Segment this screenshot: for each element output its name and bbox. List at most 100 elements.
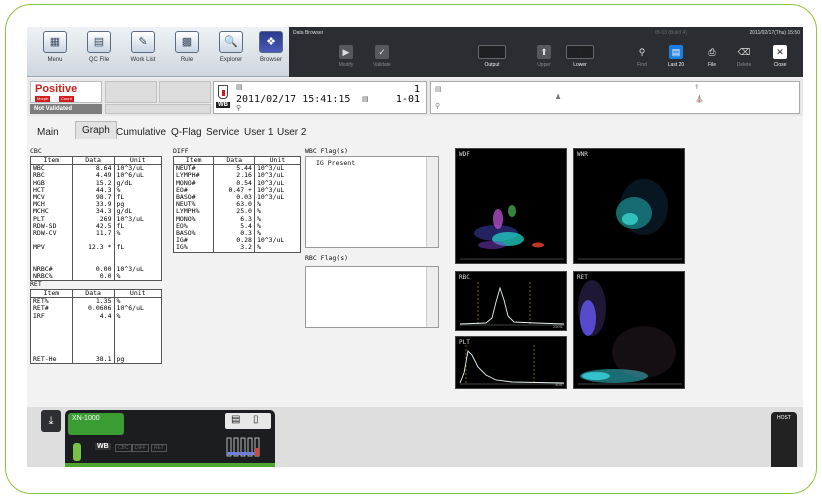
tab-user-2[interactable]: User 2	[277, 124, 306, 141]
reagent-levels-icon	[226, 437, 260, 457]
modify-button[interactable]: ▶ Modify	[331, 45, 361, 68]
table-row[interactable]: IRF 4.4%	[31, 311, 162, 320]
tab-graph[interactable]: Graph	[75, 121, 117, 139]
lower-button[interactable]: ⬇ Lower	[559, 45, 601, 68]
upper-button[interactable]: ⬆ Upper	[529, 45, 559, 68]
tube-icon	[218, 85, 228, 99]
close-icon: ✕	[773, 45, 787, 59]
diff-table: Item Data Unit NEUT# 5.44 10^3/uL LYMPH# 2.16 10…	[173, 156, 301, 253]
sample-datetime: 2011/02/17 15:41:15	[236, 94, 351, 105]
rbc-histogram: RBC 250fL	[455, 271, 567, 331]
table-row[interactable]	[31, 334, 162, 342]
tab-q-flag[interactable]: Q-Flag	[171, 124, 202, 141]
rbc-histogram-svg	[459, 282, 565, 326]
menu-button[interactable]: ▦ Menu	[33, 31, 77, 63]
item-cell: RDW-CV	[33, 229, 57, 238]
unit-cell: %	[253, 244, 301, 253]
status-cell	[105, 81, 157, 103]
host-indicator: HOST	[771, 412, 797, 467]
table-row[interactable]: RET-He 38.1 pg	[31, 354, 162, 364]
table-row[interactable]: RDW-CV 11.7%	[31, 229, 162, 238]
item-cell	[31, 320, 73, 327]
search-icon: ⚲	[638, 47, 646, 57]
unit-cell: %	[253, 201, 301, 209]
tab-cumulative[interactable]: Cumulative	[116, 124, 166, 141]
wbc-flags-title: WBC Flag(s)	[305, 147, 349, 155]
output-icon: ⤒	[478, 45, 506, 59]
cbc-title: CBC	[30, 147, 42, 155]
unit-cell: %	[113, 312, 162, 320]
item-cell: IG%	[176, 243, 188, 252]
find-button[interactable]: ⚲ Find	[627, 45, 657, 68]
delete-button[interactable]: ⌫ Delete	[729, 45, 759, 68]
id-icon: ▤	[435, 86, 442, 93]
table-row[interactable]: MPV 12.3 * fL	[31, 243, 162, 252]
table-row[interactable]	[31, 251, 162, 259]
tube-icon: ▯	[253, 414, 259, 425]
ret-label: RET	[577, 274, 588, 281]
unit-cell: %	[113, 229, 162, 238]
unit-cell: g/dL	[113, 179, 162, 187]
data-cell	[71, 341, 114, 349]
tab-bar: Main Graph Cumulative Q-Flag Service Use…	[27, 119, 803, 143]
plt-label: PLT	[459, 339, 470, 346]
wnr-scatter-svg	[578, 179, 682, 260]
scrollbar[interactable]	[426, 157, 438, 247]
validate-button[interactable]: ✓ Validate	[367, 45, 397, 68]
table-row[interactable]: IG% 3.2%	[174, 243, 301, 253]
item-cell: RET-He	[33, 354, 57, 363]
file-button[interactable]: ⎙ File	[697, 45, 727, 68]
wbc-flags-list[interactable]: IG Present	[305, 156, 439, 248]
analyzer-status-bar	[65, 463, 275, 467]
mode-ret: RET	[151, 444, 167, 452]
ward-icon: ⛪	[695, 96, 704, 103]
unit-cell: pg	[113, 355, 162, 364]
table-row[interactable]: RET# 0.0606 10^6/uL	[31, 305, 162, 313]
tab-main[interactable]: Main	[37, 124, 59, 141]
unit-cell	[113, 341, 162, 349]
unit-cell	[113, 334, 162, 342]
table-row[interactable]	[31, 319, 162, 327]
ret-title: RET	[30, 280, 42, 288]
explorer-icon: 🔍	[219, 31, 243, 53]
table-row[interactable]: NRBC% 0.0%	[31, 273, 162, 281]
table-row[interactable]: MONO% 6.3%	[174, 215, 301, 223]
rbc-flags-list[interactable]	[305, 266, 439, 328]
analyzer-name: XN-1000	[72, 415, 100, 422]
unit-cell: 10^6/uL	[113, 305, 162, 313]
result-text: Positive	[35, 83, 78, 95]
qc-file-button[interactable]: ▤ QC File	[77, 31, 121, 63]
work-list-button[interactable]: ✎ Work List	[121, 31, 165, 63]
scrollbar[interactable]	[426, 267, 438, 327]
table-row[interactable]	[31, 341, 162, 349]
morph-tag: Morph	[35, 96, 51, 102]
unit-cell: fL	[113, 222, 162, 231]
table-row[interactable]	[31, 327, 162, 335]
close-button[interactable]: ✕ Close	[765, 45, 795, 68]
mode-cbc: CBC	[115, 444, 132, 452]
status-cell	[159, 81, 211, 103]
output-button[interactable]: ⤒ Output	[471, 45, 513, 68]
rule-icon: ▩	[175, 31, 199, 53]
item-cell: IRF	[33, 311, 45, 320]
qc-file-icon: ▤	[87, 31, 111, 53]
rule-button[interactable]: ▩ Rule	[165, 31, 209, 63]
browser-button[interactable]: ❖ Browser	[249, 31, 293, 63]
item-cell: MPV	[33, 243, 45, 252]
device-frame: ▦ Menu ▤ QC File ✎ Work List ▩ Rule 🔍 Ex…	[5, 4, 817, 494]
tab-user-1[interactable]: User 1	[244, 124, 273, 141]
status-light	[73, 443, 81, 461]
wb-label: WB	[216, 102, 230, 108]
rack-indicator: ▤ ▯	[225, 413, 271, 429]
explorer-button[interactable]: 🔍 Explorer	[209, 31, 253, 63]
data-cell	[71, 327, 114, 335]
analyzer-panel[interactable]: XN-1000 ▤ ▯ WB CBC DIFF RET	[65, 410, 275, 467]
table-row[interactable]: IG# 0.28 10^3/uL	[174, 237, 301, 245]
validate-icon: ✓	[375, 45, 389, 59]
rbc-flags-title: RBC Flag(s)	[305, 254, 349, 262]
tab-service[interactable]: Service	[206, 124, 239, 141]
last-20-button[interactable]: ▤ Last 20	[661, 45, 691, 68]
ret-scattergram: RET	[573, 271, 685, 389]
download-button[interactable]: ⤓	[41, 410, 61, 432]
mode-diff: DIFF	[132, 444, 150, 452]
